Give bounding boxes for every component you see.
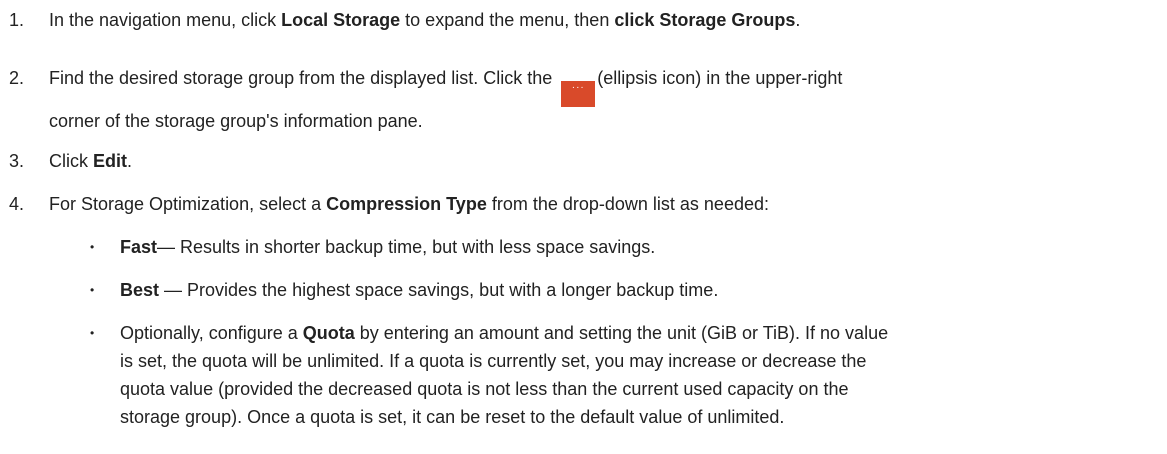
ellipsis-icon: ···: [561, 81, 596, 107]
local-storage-label: Local Storage: [281, 10, 401, 30]
text-segment: .: [795, 10, 801, 30]
text-segment: by entering an amount and setting the un…: [354, 323, 889, 343]
text-segment: .: [127, 151, 133, 171]
edit-label: Edit: [93, 151, 127, 171]
text-segment: corner of the storage group's informatio…: [49, 111, 423, 131]
step-text: Click Edit.: [49, 147, 1147, 175]
text-segment: is set, the quota will be unlimited. If …: [120, 351, 867, 371]
step-text: In the navigation menu, click Local Stor…: [49, 6, 1147, 34]
text-segment: to expand the menu, then: [400, 10, 615, 30]
text-segment: Click: [49, 151, 93, 171]
text-segment: — Provides the highest space savings, bu…: [159, 280, 719, 300]
compression-type-label: Compression Type: [326, 194, 487, 214]
text-segment: For Storage Optimization, select a: [49, 194, 327, 214]
step-text: Find the desired storage group from the …: [49, 64, 1147, 135]
step-number: 3.: [9, 151, 25, 171]
step-number: 2.: [9, 68, 25, 88]
bullet-mark: •: [90, 326, 95, 340]
text-segment: storage group). Once a quota is set, it …: [120, 407, 785, 427]
step-number: 4.: [9, 194, 25, 214]
text-segment: — Results in shorter backup time, but wi…: [157, 237, 656, 257]
text-segment: In the navigation menu, click: [49, 10, 282, 30]
text-segment: from the drop-down list as needed:: [486, 194, 769, 214]
bullet-text: Optionally, configure a Quota by enterin…: [120, 319, 1137, 431]
step-text: For Storage Optimization, select a Compr…: [49, 190, 1147, 218]
bullet-mark: •: [90, 240, 95, 254]
bullet-text: Fast— Results in shorter backup time, bu…: [120, 233, 1137, 261]
text-segment: quota value (provided the decreased quot…: [120, 379, 849, 399]
step-2: 2. Find the desired storage group from t…: [9, 64, 1147, 131]
step-number: 1.: [9, 10, 25, 30]
best-label: Best: [120, 280, 160, 300]
quota-label: Quota: [302, 323, 355, 343]
text-segment: Optionally, configure a: [120, 323, 303, 343]
bullet-mark: •: [90, 283, 95, 297]
instructions-document: 1. In the navigation menu, click Local S…: [0, 0, 1167, 454]
fast-label: Fast: [120, 237, 158, 257]
text-segment: (ellipsis icon) in the upper-right: [597, 68, 843, 88]
bullet-text: Best — Provides the highest space saving…: [120, 276, 1137, 304]
storage-groups-label: click Storage Groups: [614, 10, 796, 30]
text-segment: Find the desired storage group from the …: [49, 68, 558, 88]
